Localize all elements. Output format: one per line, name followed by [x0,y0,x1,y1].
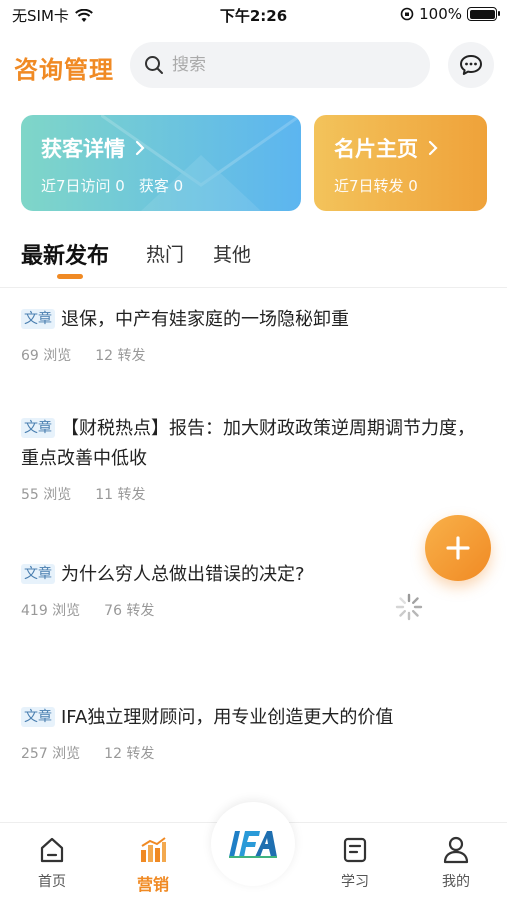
article-title: 为什么穷人总做出错误的决定? [61,564,305,585]
nav-item-home[interactable]: 首页 [17,833,87,891]
article-shares: 12 转发 [104,746,155,762]
chat-bubble-icon [460,55,482,75]
battery-percent: 100% [419,5,462,23]
stat-visits-7d: 近7日访问 0 [41,177,125,195]
nav-item-learning[interactable]: 学习 [320,833,390,891]
article-title: IFA独立理财顾问，用专业创造更大的价值 [61,707,394,728]
header: 咨询管理 [0,38,507,94]
article-tag: 文章 [21,309,55,329]
battery-fill [469,9,495,19]
list-item[interactable]: 文章 为什么穷人总做出错误的决定? 419 浏览 76 转发 [21,560,321,620]
chevron-right-icon [135,140,145,156]
article-shares: 76 转发 [104,603,155,619]
lead-details-stats: 近7日访问 0 获客 0 [41,175,183,196]
ifa-logo-icon [229,831,277,858]
article-title-row: 文章 IFA独立理财顾问，用专业创造更大的价值 [21,703,481,733]
article-meta: 55 浏览 11 转发 [21,484,481,504]
list-item[interactable]: 文章 IFA独立理财顾问，用专业创造更大的价值 257 浏览 12 转发 [21,703,481,763]
status-bar: 无SIM卡 下午2:26 100% [0,0,507,30]
ifa-logo-button[interactable] [211,802,295,886]
article-title-row: 文章 【财税热点】报告：加大财政政策逆周期调节力度，重点改善中低收 [21,414,481,474]
search-input[interactable] [172,55,392,75]
card-decoration [101,115,301,211]
article-meta: 257 浏览 12 转发 [21,743,481,763]
lead-details-card[interactable]: 获客详情 近7日访问 0 获客 0 [21,115,301,211]
tab-other[interactable]: 其他 [213,240,251,267]
article-title-row: 文章 为什么穷人总做出错误的决定? [21,560,321,590]
lead-details-title-row: 获客详情 [41,133,145,163]
nav-label-marketing: 营销 [136,875,169,894]
tabs-divider [0,287,507,288]
tab-popular[interactable]: 热门 [146,240,184,267]
article-views: 257 浏览 [21,746,81,762]
article-tag: 文章 [21,564,55,584]
search-icon [145,56,163,74]
article-views: 419 浏览 [21,603,81,619]
battery-icon [467,7,500,21]
loading-spinner-icon [395,593,423,621]
article-title: 退保，中产有娃家庭的一场隐秘卸重 [61,309,349,330]
article-title: 【财税热点】报告：加大财政政策逆周期调节力度，重点改善中低收 [21,418,475,469]
home-icon [17,833,87,867]
active-tab-indicator [57,274,83,279]
search-bar[interactable] [130,42,430,88]
bar-chart-icon [118,833,188,867]
business-card-title-row: 名片主页 [334,133,438,163]
stat-shares-7d: 近7日转发 0 [334,177,418,195]
article-title-row: 文章 退保，中产有娃家庭的一场隐秘卸重 [21,305,481,335]
article-meta: 69 浏览 12 转发 [21,345,481,365]
article-meta: 419 浏览 76 转发 [21,600,321,620]
page-title: 咨询管理 [14,56,114,84]
nav-label-me: 我的 [442,874,470,890]
status-right: 100% [400,5,500,23]
message-button[interactable] [448,42,494,88]
content-tabs: 最新发布 热门 其他 [0,236,507,286]
article-tag: 文章 [21,707,55,727]
article-views: 55 浏览 [21,487,72,503]
business-card-home-card[interactable]: 名片主页 近7日转发 0 [314,115,487,211]
document-icon [320,833,390,867]
article-shares: 12 转发 [95,348,146,364]
list-item[interactable]: 文章 退保，中产有娃家庭的一场隐秘卸重 69 浏览 12 转发 [21,305,481,365]
add-button[interactable] [425,515,491,581]
business-card-stats: 近7日转发 0 [334,175,418,196]
user-icon [421,833,491,867]
article-views: 69 浏览 [21,348,72,364]
nav-item-me[interactable]: 我的 [421,833,491,891]
article-tag: 文章 [21,418,55,438]
list-item[interactable]: 文章 【财税热点】报告：加大财政政策逆周期调节力度，重点改善中低收 55 浏览 1… [21,414,481,504]
article-shares: 11 转发 [95,487,146,503]
plus-icon [446,536,470,560]
nav-label-home: 首页 [38,874,66,890]
tab-latest[interactable]: 最新发布 [21,238,109,270]
lead-details-title: 获客详情 [41,137,125,161]
business-card-title: 名片主页 [334,137,418,161]
nav-item-marketing[interactable]: 营销 [118,833,188,895]
orientation-lock-icon [400,7,414,21]
nav-label-learning: 学习 [341,874,369,890]
stat-leads: 获客 0 [138,177,184,195]
chevron-right-icon [428,140,438,156]
